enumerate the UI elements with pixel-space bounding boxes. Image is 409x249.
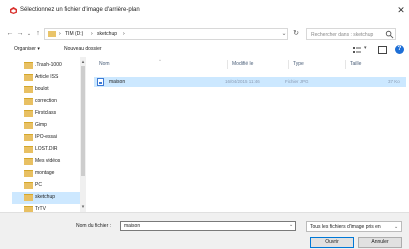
folder-icon <box>24 182 33 189</box>
organize-button[interactable]: Organiser ▾ <box>14 46 40 52</box>
nav-folder-label: correction <box>35 98 57 104</box>
folder-icon <box>24 110 33 117</box>
file-size: 37 Ko <box>388 79 400 84</box>
folder-icon <box>24 86 33 93</box>
file-name: maison <box>109 79 126 85</box>
nav-folder-firstclass[interactable]: Firstclass <box>24 108 86 120</box>
nav-folder-correction[interactable]: correction <box>24 96 86 108</box>
view-options-icon[interactable] <box>352 45 362 55</box>
scroll-up-arrow-icon[interactable]: ▴ <box>80 59 86 65</box>
column-header-name[interactable]: Nom <box>99 61 110 67</box>
address-bar[interactable]: › TIM (D:) › sketchup › <box>44 28 288 40</box>
nav-folder-trtv[interactable]: TrTV <box>24 204 86 212</box>
nav-folder-label: Firstclass <box>35 110 57 116</box>
open-button[interactable]: Ouvrir <box>310 237 354 248</box>
breadcrumb-sketchup[interactable]: sketchup <box>97 31 117 37</box>
nav-folder-label: boulot <box>35 86 49 92</box>
address-dropdown-icon[interactable]: ⌄ <box>280 28 288 40</box>
new-folder-button[interactable]: Nouveau dossier <box>64 46 102 52</box>
scroll-down-arrow-icon[interactable]: ▾ <box>80 204 86 210</box>
folder-icon <box>48 31 56 37</box>
sort-ascending-icon: ^ <box>159 58 161 63</box>
file-row[interactable]: maison 16/04/2015 11:46 Fichier JPG 37 K… <box>94 77 406 87</box>
column-separator[interactable] <box>288 60 289 69</box>
dialog-footer: Nom du fichier : ⌄ Tous les fichiers d'i… <box>0 212 409 249</box>
file-type-filter-label: Tous les fichiers d'image pris en <box>310 224 381 230</box>
filename-label: Nom du fichier : <box>76 223 112 229</box>
breadcrumb-separator: › <box>91 31 93 37</box>
window-title: Sélectionnez un fichier d'image d'arrièr… <box>20 7 140 13</box>
folder-icon <box>24 194 33 201</box>
search-icon <box>385 30 394 39</box>
nav-folder-label: IPO-essai <box>35 134 57 140</box>
nav-folder-article-iss[interactable]: Article ISS <box>24 72 86 84</box>
nav-folder-trash[interactable]: .Trash-1000 <box>24 60 86 72</box>
search-box[interactable]: Rechercher dans : sketchup <box>306 28 396 40</box>
view-dropdown-icon[interactable]: ▾ <box>364 45 367 51</box>
filename-input[interactable] <box>120 221 296 231</box>
preview-pane-icon[interactable] <box>378 46 387 54</box>
breadcrumb-separator: › <box>59 31 61 37</box>
back-arrow-icon[interactable]: ← <box>6 28 14 40</box>
folder-icon <box>24 74 33 81</box>
sketchup-app-icon <box>10 7 17 14</box>
nav-folder-label: LOST.DIR <box>35 146 58 152</box>
folder-icon <box>24 122 33 129</box>
nav-folder-montage[interactable]: montage <box>24 168 86 180</box>
nav-folder-label: Article ISS <box>35 74 59 80</box>
file-type: Fichier JPG <box>285 79 309 84</box>
nav-folder-mes-videos[interactable]: Mes vidéos <box>24 156 86 168</box>
image-file-icon <box>97 78 104 86</box>
nav-folder-label: montage <box>35 170 55 176</box>
breadcrumb-separator: › <box>123 31 125 37</box>
nav-folder-label: .Trash-1000 <box>35 62 62 68</box>
search-placeholder: Rechercher dans : sketchup <box>311 32 374 38</box>
toolbar: Organiser ▾ Nouveau dossier ▾ ? <box>0 43 409 57</box>
file-dialog: Sélectionnez un fichier d'image d'arrièr… <box>0 0 409 249</box>
column-header-modified[interactable]: Modifié le <box>232 61 253 67</box>
folder-icon <box>24 146 33 153</box>
close-button[interactable]: ✕ <box>395 4 407 16</box>
file-list: Nom ^ Modifié le Type Taille maison 16/0… <box>87 57 409 212</box>
nav-folder-sketchup[interactable]: sketchup <box>12 192 86 204</box>
nav-scrollbar-thumb[interactable] <box>81 66 85 176</box>
column-separator[interactable] <box>227 60 228 69</box>
title-bar: Sélectionnez un fichier d'image d'arrièr… <box>0 0 409 20</box>
recent-dropdown-icon[interactable]: ⌄ <box>25 28 33 40</box>
nav-folder-gimp[interactable]: Gimp <box>24 120 86 132</box>
nav-folder-label: Mes vidéos <box>35 158 61 164</box>
nav-folder-label: sketchup <box>35 194 56 200</box>
chevron-down-icon: ⌄ <box>394 224 399 230</box>
nav-folder-lost-dir[interactable]: LOST.DIR <box>24 144 86 156</box>
nav-folder-label: PC <box>35 182 42 188</box>
nav-folder-label: Gimp <box>35 122 47 128</box>
filename-dropdown-icon[interactable]: ⌄ <box>289 222 293 228</box>
column-separator[interactable] <box>345 60 346 69</box>
file-modified: 16/04/2015 11:46 <box>225 79 260 84</box>
folder-icon <box>24 62 33 69</box>
refresh-icon[interactable]: ↻ <box>290 28 302 40</box>
column-header-size[interactable]: Taille <box>350 61 361 67</box>
forward-arrow-icon[interactable]: → <box>16 28 24 40</box>
breadcrumb-drive[interactable]: TIM (D:) <box>65 31 83 37</box>
help-icon[interactable]: ? <box>395 45 404 54</box>
cancel-button[interactable]: Annuler <box>358 237 402 248</box>
file-type-filter[interactable]: Tous les fichiers d'image pris en ⌄ <box>306 221 402 232</box>
navigation-pane: .Trash-1000 Article ISS boulot correctio… <box>0 57 86 212</box>
folder-icon <box>24 158 33 165</box>
nav-folder-pc[interactable]: PC <box>24 180 86 192</box>
column-header-type[interactable]: Type <box>293 61 304 67</box>
nav-folder-ipo-essai[interactable]: IPO-essai <box>24 132 86 144</box>
nav-folder-boulot[interactable]: boulot <box>24 84 86 96</box>
folder-icon <box>24 134 33 141</box>
folder-icon <box>24 98 33 105</box>
folder-icon <box>24 170 33 177</box>
up-arrow-icon[interactable]: ↑ <box>34 28 42 40</box>
